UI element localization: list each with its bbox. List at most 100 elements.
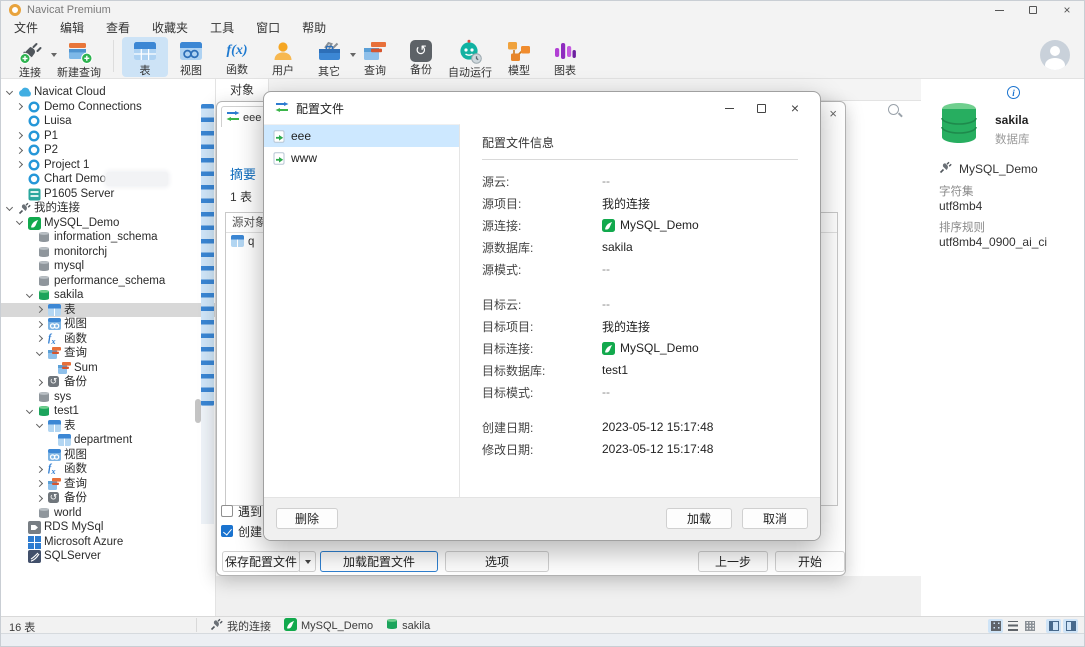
- tree-item-sakila[interactable]: sakila: [1, 288, 215, 303]
- menu-收藏夹[interactable]: 收藏夹: [141, 19, 199, 37]
- tree-item-我的连接[interactable]: 我的连接: [1, 201, 215, 216]
- dialog-close-icon[interactable]: ×: [780, 98, 810, 118]
- toggle-left-panel-icon[interactable]: [1046, 619, 1061, 633]
- chevron-right-icon[interactable]: [36, 306, 43, 313]
- tree-item-P2[interactable]: P2: [1, 143, 215, 158]
- toolbar-连接[interactable]: 连接: [7, 37, 53, 77]
- toolbar-图表[interactable]: 图表: [542, 37, 588, 77]
- minimize-button[interactable]: [986, 3, 1012, 17]
- grid-view-icon[interactable]: [988, 619, 1003, 633]
- tree-item-备份[interactable]: ↺备份: [1, 375, 215, 390]
- chevron-right-icon[interactable]: [16, 146, 23, 153]
- dialog-maximize-button[interactable]: [746, 98, 776, 118]
- tree-item-department[interactable]: department: [1, 433, 215, 448]
- delete-button[interactable]: 删除: [276, 508, 338, 529]
- tree-item-sys[interactable]: sys: [1, 390, 215, 405]
- load-button[interactable]: 加载: [666, 508, 732, 529]
- chevron-right-icon[interactable]: [36, 320, 43, 327]
- tree-item-world[interactable]: world: [1, 506, 215, 521]
- menu-帮助[interactable]: 帮助: [291, 19, 337, 37]
- tree-item-表[interactable]: 表: [1, 303, 215, 318]
- tree-item-information_schema[interactable]: information_schema: [1, 230, 215, 245]
- chevron-down-icon[interactable]: [16, 218, 23, 225]
- tree-item-Chart Demo[interactable]: Chart Demo: [1, 172, 215, 187]
- detail-view-icon[interactable]: [1022, 619, 1037, 633]
- menu-编辑[interactable]: 编辑: [49, 19, 95, 37]
- tree-item-RDS MySql[interactable]: RDS MySql: [1, 520, 215, 535]
- start-button[interactable]: 开始: [775, 551, 845, 572]
- tree-item-查询[interactable]: 查询: [1, 346, 215, 361]
- tree-item-查询[interactable]: 查询: [1, 477, 215, 492]
- menu-文件[interactable]: 文件: [3, 19, 49, 37]
- tree-scrollbar-track[interactable]: [201, 104, 214, 524]
- tree-item-函数[interactable]: fx函数: [1, 462, 215, 477]
- toolbar-自动运行[interactable]: 自动运行: [444, 37, 496, 77]
- tab-objects[interactable]: 对象: [216, 79, 269, 101]
- tree-item-performance_schema[interactable]: performance_schema: [1, 274, 215, 289]
- chevron-down-icon[interactable]: [26, 290, 33, 297]
- cancel-button[interactable]: 取消: [742, 508, 808, 529]
- checkbox-checked-icon[interactable]: [221, 525, 233, 537]
- checkbox-unchecked-icon[interactable]: [221, 505, 233, 517]
- tree-item-monitorchj[interactable]: monitorchj: [1, 245, 215, 260]
- tree-item-mysql[interactable]: mysql: [1, 259, 215, 274]
- tree-item-P1605 Server[interactable]: P1605 Server: [1, 187, 215, 202]
- toolbar-其它[interactable]: 其它: [306, 37, 352, 77]
- toolbar-备份[interactable]: ↺备份: [398, 37, 444, 77]
- toolbar-表[interactable]: 表: [122, 37, 168, 77]
- chevron-right-icon[interactable]: [36, 335, 43, 342]
- chevron-right-icon[interactable]: [36, 480, 43, 487]
- options-button[interactable]: 选项: [445, 551, 549, 572]
- tree-scrollbar-thumb[interactable]: [201, 104, 214, 406]
- previous-step-button[interactable]: 上一步: [698, 551, 768, 572]
- info-icon[interactable]: i: [1007, 86, 1020, 99]
- profile-item-www[interactable]: www: [264, 147, 459, 169]
- toolbar-函数[interactable]: f(x)函数: [214, 37, 260, 77]
- transfer-close-icon[interactable]: ×: [829, 106, 837, 121]
- tree-item-函数[interactable]: fx函数: [1, 332, 215, 347]
- save-profile-caret[interactable]: [299, 551, 316, 572]
- menu-工具[interactable]: 工具: [199, 19, 245, 37]
- tree-item-Demo Connections[interactable]: Demo Connections: [1, 100, 215, 115]
- tree-item-Microsoft Azure[interactable]: Microsoft Azure: [1, 535, 215, 550]
- tree-item-Sum[interactable]: Sum: [1, 361, 215, 376]
- tree-item-视图[interactable]: 视图: [1, 317, 215, 332]
- toolbar-视图[interactable]: 视图: [168, 37, 214, 77]
- toggle-right-panel-icon[interactable]: [1063, 619, 1078, 633]
- chevron-down-icon[interactable]: [6, 203, 13, 210]
- checkbox-continue-on-error[interactable]: 遇到: [221, 504, 268, 518]
- chevron-right-icon[interactable]: [36, 494, 43, 501]
- tree-item-Navicat Cloud[interactable]: Navicat Cloud: [1, 85, 215, 100]
- dialog-minimize-button[interactable]: [714, 98, 744, 118]
- list-view-icon[interactable]: [1005, 619, 1020, 633]
- checkbox-create-target[interactable]: 创建: [221, 524, 268, 538]
- load-profile-button[interactable]: 加载配置文件: [320, 551, 438, 572]
- close-button[interactable]: ×: [1054, 3, 1080, 17]
- tree-item-MySQL_Demo[interactable]: MySQL_Demo: [1, 216, 215, 231]
- menu-窗口[interactable]: 窗口: [245, 19, 291, 37]
- chevron-down-icon[interactable]: [36, 348, 43, 355]
- profile-item-eee[interactable]: eee: [264, 125, 459, 147]
- chevron-right-icon[interactable]: [16, 161, 23, 168]
- menu-查看[interactable]: 查看: [95, 19, 141, 37]
- user-avatar[interactable]: [1040, 40, 1070, 70]
- chevron-down-icon[interactable]: [36, 421, 43, 428]
- restore-button[interactable]: [1020, 3, 1046, 17]
- tree-item-Luisa[interactable]: Luisa: [1, 114, 215, 129]
- tree-item-表[interactable]: 表: [1, 419, 215, 434]
- toolbar-新建查询[interactable]: 新建查询: [53, 37, 105, 77]
- transfer-tab[interactable]: eee - 数: [221, 106, 267, 127]
- tree-item-视图[interactable]: 视图: [1, 448, 215, 463]
- splitter-handle[interactable]: [195, 399, 201, 423]
- tree-item-Project 1[interactable]: Project 1: [1, 158, 215, 173]
- chevron-right-icon[interactable]: [16, 103, 23, 110]
- chevron-right-icon[interactable]: [16, 132, 23, 139]
- tree-item-P1[interactable]: P1: [1, 129, 215, 144]
- toolbar-模型[interactable]: 模型: [496, 37, 542, 77]
- save-profile-button[interactable]: 保存配置文件: [222, 551, 300, 572]
- chevron-right-icon[interactable]: [36, 378, 43, 385]
- tree-item-test1[interactable]: test1: [1, 404, 215, 419]
- tree-item-备份[interactable]: ↺备份: [1, 491, 215, 506]
- chevron-down-icon[interactable]: [26, 406, 33, 413]
- toolbar-用户[interactable]: 用户: [260, 37, 306, 77]
